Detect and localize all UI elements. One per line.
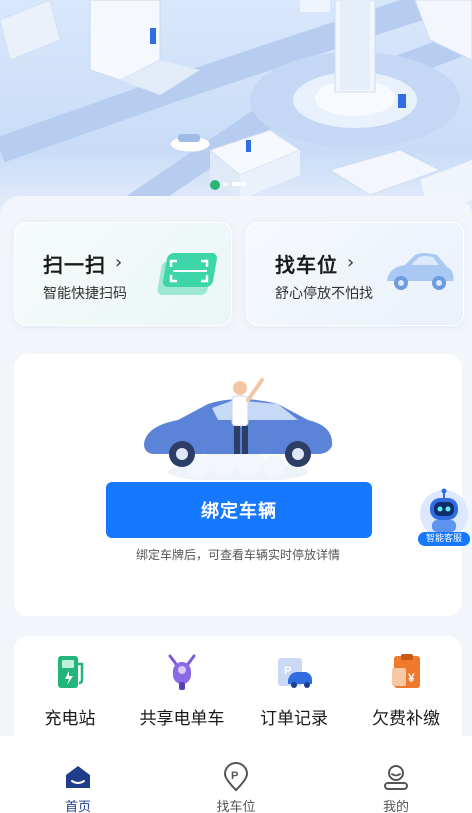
smart-customer-service-button[interactable]: 智能客服 <box>416 486 472 548</box>
service-label: 订单记录 <box>260 709 328 729</box>
find-parking-subtitle: 舒心停放不怕找 <box>275 286 373 302</box>
smart-customer-service-label: 智能客服 <box>418 532 470 546</box>
car-icon <box>387 253 454 290</box>
service-label: 欠费补缴 <box>372 709 440 729</box>
profile-icon <box>384 765 408 790</box>
scan-card[interactable]: 扫一扫 › 智能快捷扫码 <box>14 222 232 326</box>
e-bike-icon <box>168 654 196 690</box>
tab-find-parking[interactable]: P 找车位 <box>196 762 276 813</box>
chevron-right-icon: › <box>347 252 355 273</box>
charging-station-icon <box>58 656 84 688</box>
bind-vehicle-card: 绑定车辆 绑定车牌后，可查看车辆实时停放详情 <box>14 354 462 616</box>
chevron-right-icon: › <box>115 252 123 273</box>
bind-vehicle-button[interactable]: 绑定车辆 <box>106 482 372 538</box>
tab-label: 我的 <box>382 800 409 813</box>
service-label: 充电站 <box>44 709 96 729</box>
bottom-tab-bar: 首页 P 找车位 我的 <box>0 736 472 813</box>
find-parking-title: 找车位 <box>275 253 338 277</box>
svg-text:P: P <box>284 665 291 677</box>
service-item-charging-station[interactable]: 充电站 <box>14 652 126 729</box>
find-parking-card[interactable]: 找车位 › 舒心停放不怕找 <box>246 222 464 326</box>
arrears-payment-icon: ¥ <box>392 654 420 688</box>
bind-vehicle-note: 绑定车牌后，可查看车辆实时停放详情 <box>135 548 340 562</box>
carousel-dot <box>222 182 228 186</box>
parking-icon: P <box>223 762 249 792</box>
svg-text:P: P <box>231 770 238 782</box>
services-card: 充电站 共享电单车 P 订单记录 ¥ 欠费补缴 <box>14 636 462 736</box>
service-item-arrears-payment[interactable]: ¥ 欠费补缴 <box>350 652 462 729</box>
home-icon <box>66 766 90 788</box>
tab-home[interactable]: 首页 <box>38 762 118 813</box>
tab-profile[interactable]: 我的 <box>356 762 436 813</box>
carousel-dot-active <box>232 182 246 186</box>
main-content: 扫一扫 › 智能快捷扫码 找车位 › 舒心停放不怕找 绑定车辆 绑定车牌后，可查… <box>0 196 472 736</box>
scan-card-icon <box>157 253 217 295</box>
service-label: 共享电单车 <box>139 709 225 729</box>
scan-subtitle: 智能快捷扫码 <box>43 286 127 302</box>
tab-label: 找车位 <box>216 800 256 813</box>
hero-banner[interactable] <box>0 0 472 215</box>
tab-label: 首页 <box>64 800 91 813</box>
robot-assistant-icon <box>420 488 468 538</box>
service-item-e-bike[interactable]: 共享电单车 <box>126 652 238 729</box>
scan-title: 扫一扫 <box>43 253 106 277</box>
svg-text:¥: ¥ <box>408 671 415 685</box>
order-record-icon: P <box>278 658 312 688</box>
carousel-indicator <box>222 182 246 186</box>
car-with-person-illustration <box>144 378 333 480</box>
service-item-order-record[interactable]: P 订单记录 <box>238 652 350 729</box>
